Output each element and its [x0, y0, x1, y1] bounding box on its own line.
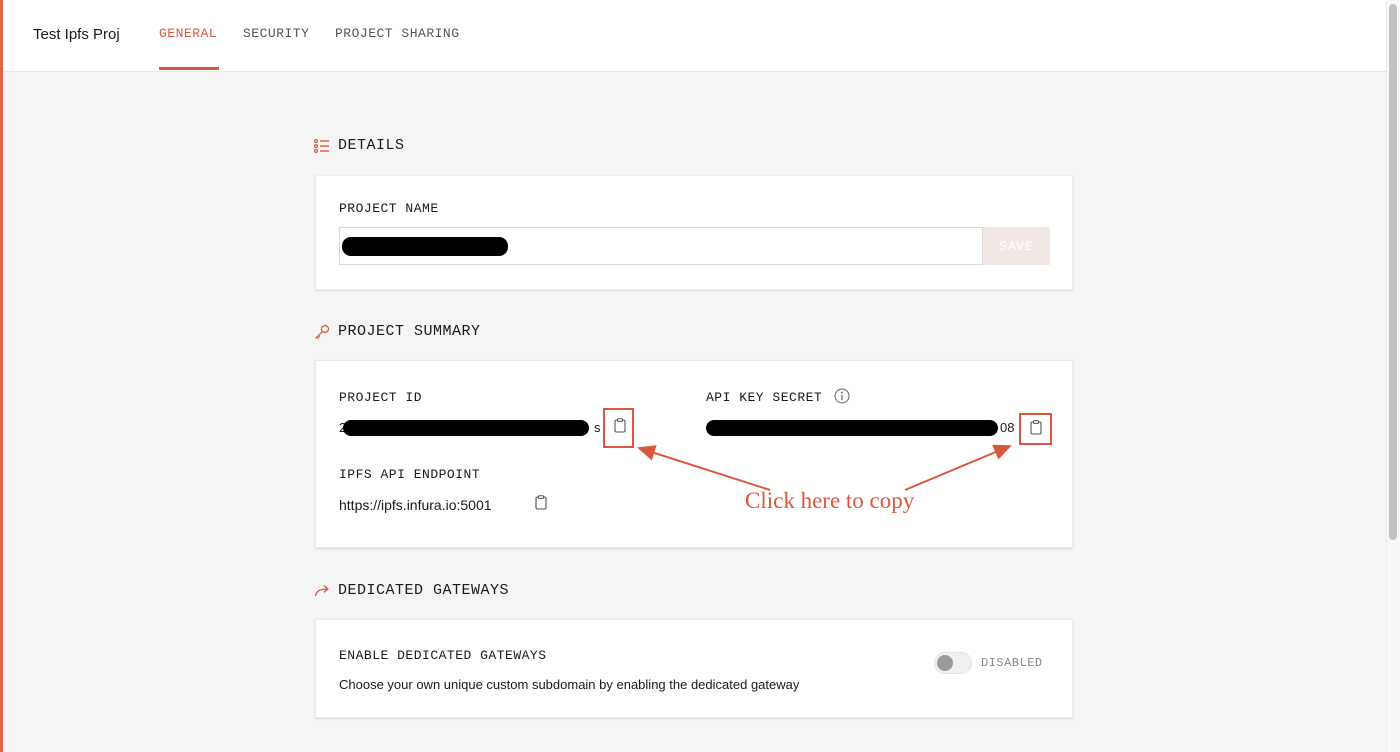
dedicated-gateway-toggle[interactable]: [934, 652, 972, 674]
dedicated-gateways-heading-text: DEDICATED GATEWAYS: [338, 582, 510, 599]
dedicated-gateways-card: ENABLE DEDICATED GATEWAYS Choose your ow…: [315, 619, 1073, 718]
toggle-knob: [937, 655, 953, 671]
arrow-share-icon: [314, 584, 330, 598]
gateways-description: Choose your own unique custom subdomain …: [339, 677, 800, 692]
arrow-to-api-secret-copy: [904, 444, 1012, 491]
arrow-to-project-id-copy: [637, 445, 771, 491]
dedicated-gateways-heading: DEDICATED GATEWAYS: [314, 582, 509, 599]
enable-gateways-label: ENABLE DEDICATED GATEWAYS: [339, 648, 547, 663]
toggle-state-label: DISABLED: [981, 656, 1043, 670]
click-to-copy-annotation: Click here to copy: [745, 488, 915, 513]
